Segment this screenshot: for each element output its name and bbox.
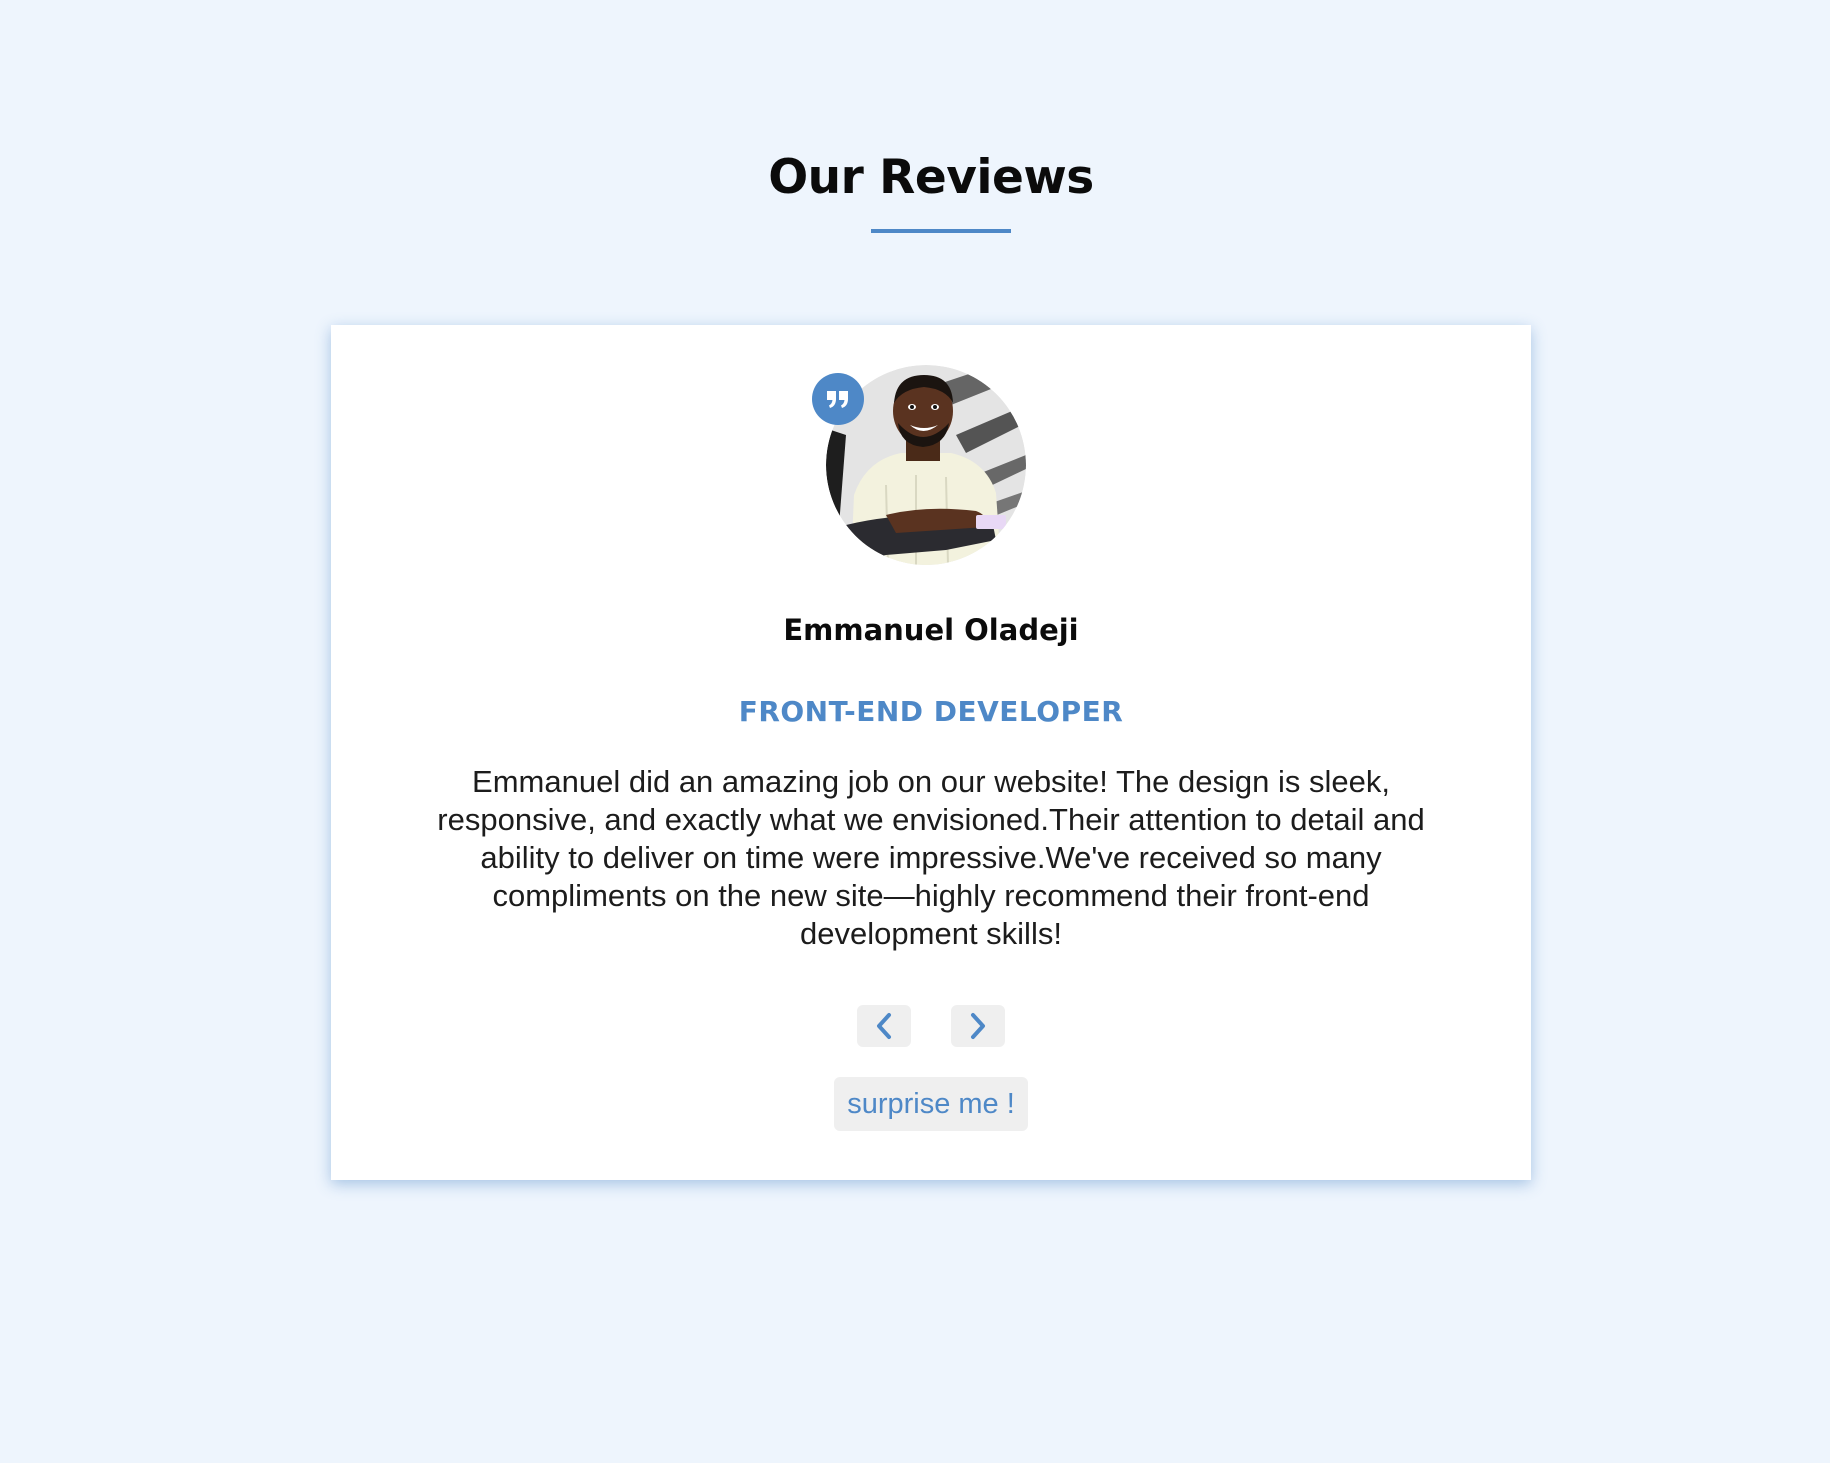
next-review-button[interactable]: [951, 1005, 1005, 1047]
chevron-right-icon: [971, 1013, 985, 1039]
avatar-container: [812, 365, 1026, 565]
review-text: Emmanuel did an amazing job on our websi…: [437, 764, 1425, 951]
chevron-left-icon: [877, 1013, 891, 1039]
author-name: Emmanuel Oladeji: [783, 613, 1079, 647]
author-job: FRONT-END DEVELOPER: [738, 695, 1124, 728]
review-card: Emmanuel Oladeji FRONT-END DEVELOPER Emm…: [331, 325, 1531, 1180]
title-underline: [871, 229, 1011, 233]
prev-review-button[interactable]: [857, 1005, 911, 1047]
section-title: Our Reviews: [768, 150, 1094, 205]
quote-icon: [812, 373, 864, 425]
surprise-me-button[interactable]: surprise me !: [834, 1077, 1028, 1131]
